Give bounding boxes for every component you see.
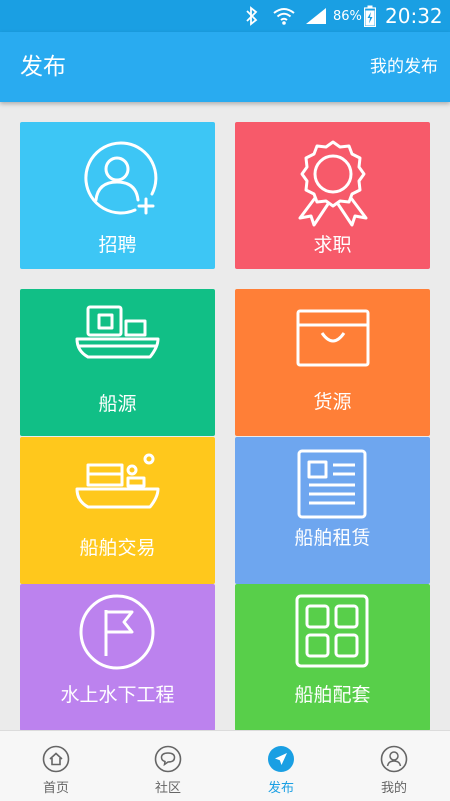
tile-label: 船舶交易: [79, 537, 156, 559]
tile-label: 船舶配套: [294, 684, 371, 706]
battery-icon: [364, 0, 376, 32]
nav-home[interactable]: 首页: [0, 731, 112, 801]
nav-label: 社区: [154, 781, 181, 796]
battery-percent: 86%: [333, 8, 362, 24]
bluetooth-icon: [245, 0, 259, 32]
wifi-icon: [272, 0, 296, 32]
tile-cargo-source[interactable]: 货源: [235, 289, 430, 436]
chat-icon: [154, 745, 182, 773]
tile-ship-source[interactable]: 船源: [20, 289, 215, 436]
clock: 20:32: [385, 4, 443, 28]
tile-label: 求职: [313, 234, 352, 256]
nav-label: 首页: [42, 781, 69, 796]
nav-label: 我的: [380, 781, 407, 796]
bottom-nav: 首页 社区 发布 我的: [0, 730, 450, 801]
tile-ship-accessories[interactable]: 船舶配套: [235, 584, 430, 731]
app-bar: 发布 我的发布: [0, 32, 450, 102]
send-icon: [268, 746, 294, 772]
nav-publish[interactable]: 发布: [225, 731, 337, 801]
tile-label: 船舶租赁: [294, 527, 371, 549]
tile-marine-engineering[interactable]: 水上水下工程: [20, 584, 215, 731]
user-icon: [380, 745, 408, 773]
tile-label: 招聘: [98, 234, 137, 256]
nav-profile[interactable]: 我的: [338, 731, 450, 801]
home-icon: [42, 745, 70, 773]
tile-job-seeking[interactable]: 求职: [235, 122, 430, 269]
tile-recruitment[interactable]: 招聘: [20, 122, 215, 269]
nav-community[interactable]: 社区: [112, 731, 224, 801]
tile-ship-lease[interactable]: 船舶租赁: [235, 437, 430, 584]
tile-ship-trade[interactable]: 船舶交易: [20, 437, 215, 584]
nav-label: 发布: [267, 781, 294, 796]
status-bar: 86% 20:32: [0, 0, 450, 32]
tile-label: 船源: [98, 393, 137, 415]
page-title: 发布: [20, 54, 66, 80]
tile-label: 水上水下工程: [60, 684, 175, 706]
tile-label: 货源: [313, 391, 352, 413]
my-posts-button[interactable]: 我的发布: [370, 32, 438, 102]
signal-icon: [304, 0, 328, 32]
